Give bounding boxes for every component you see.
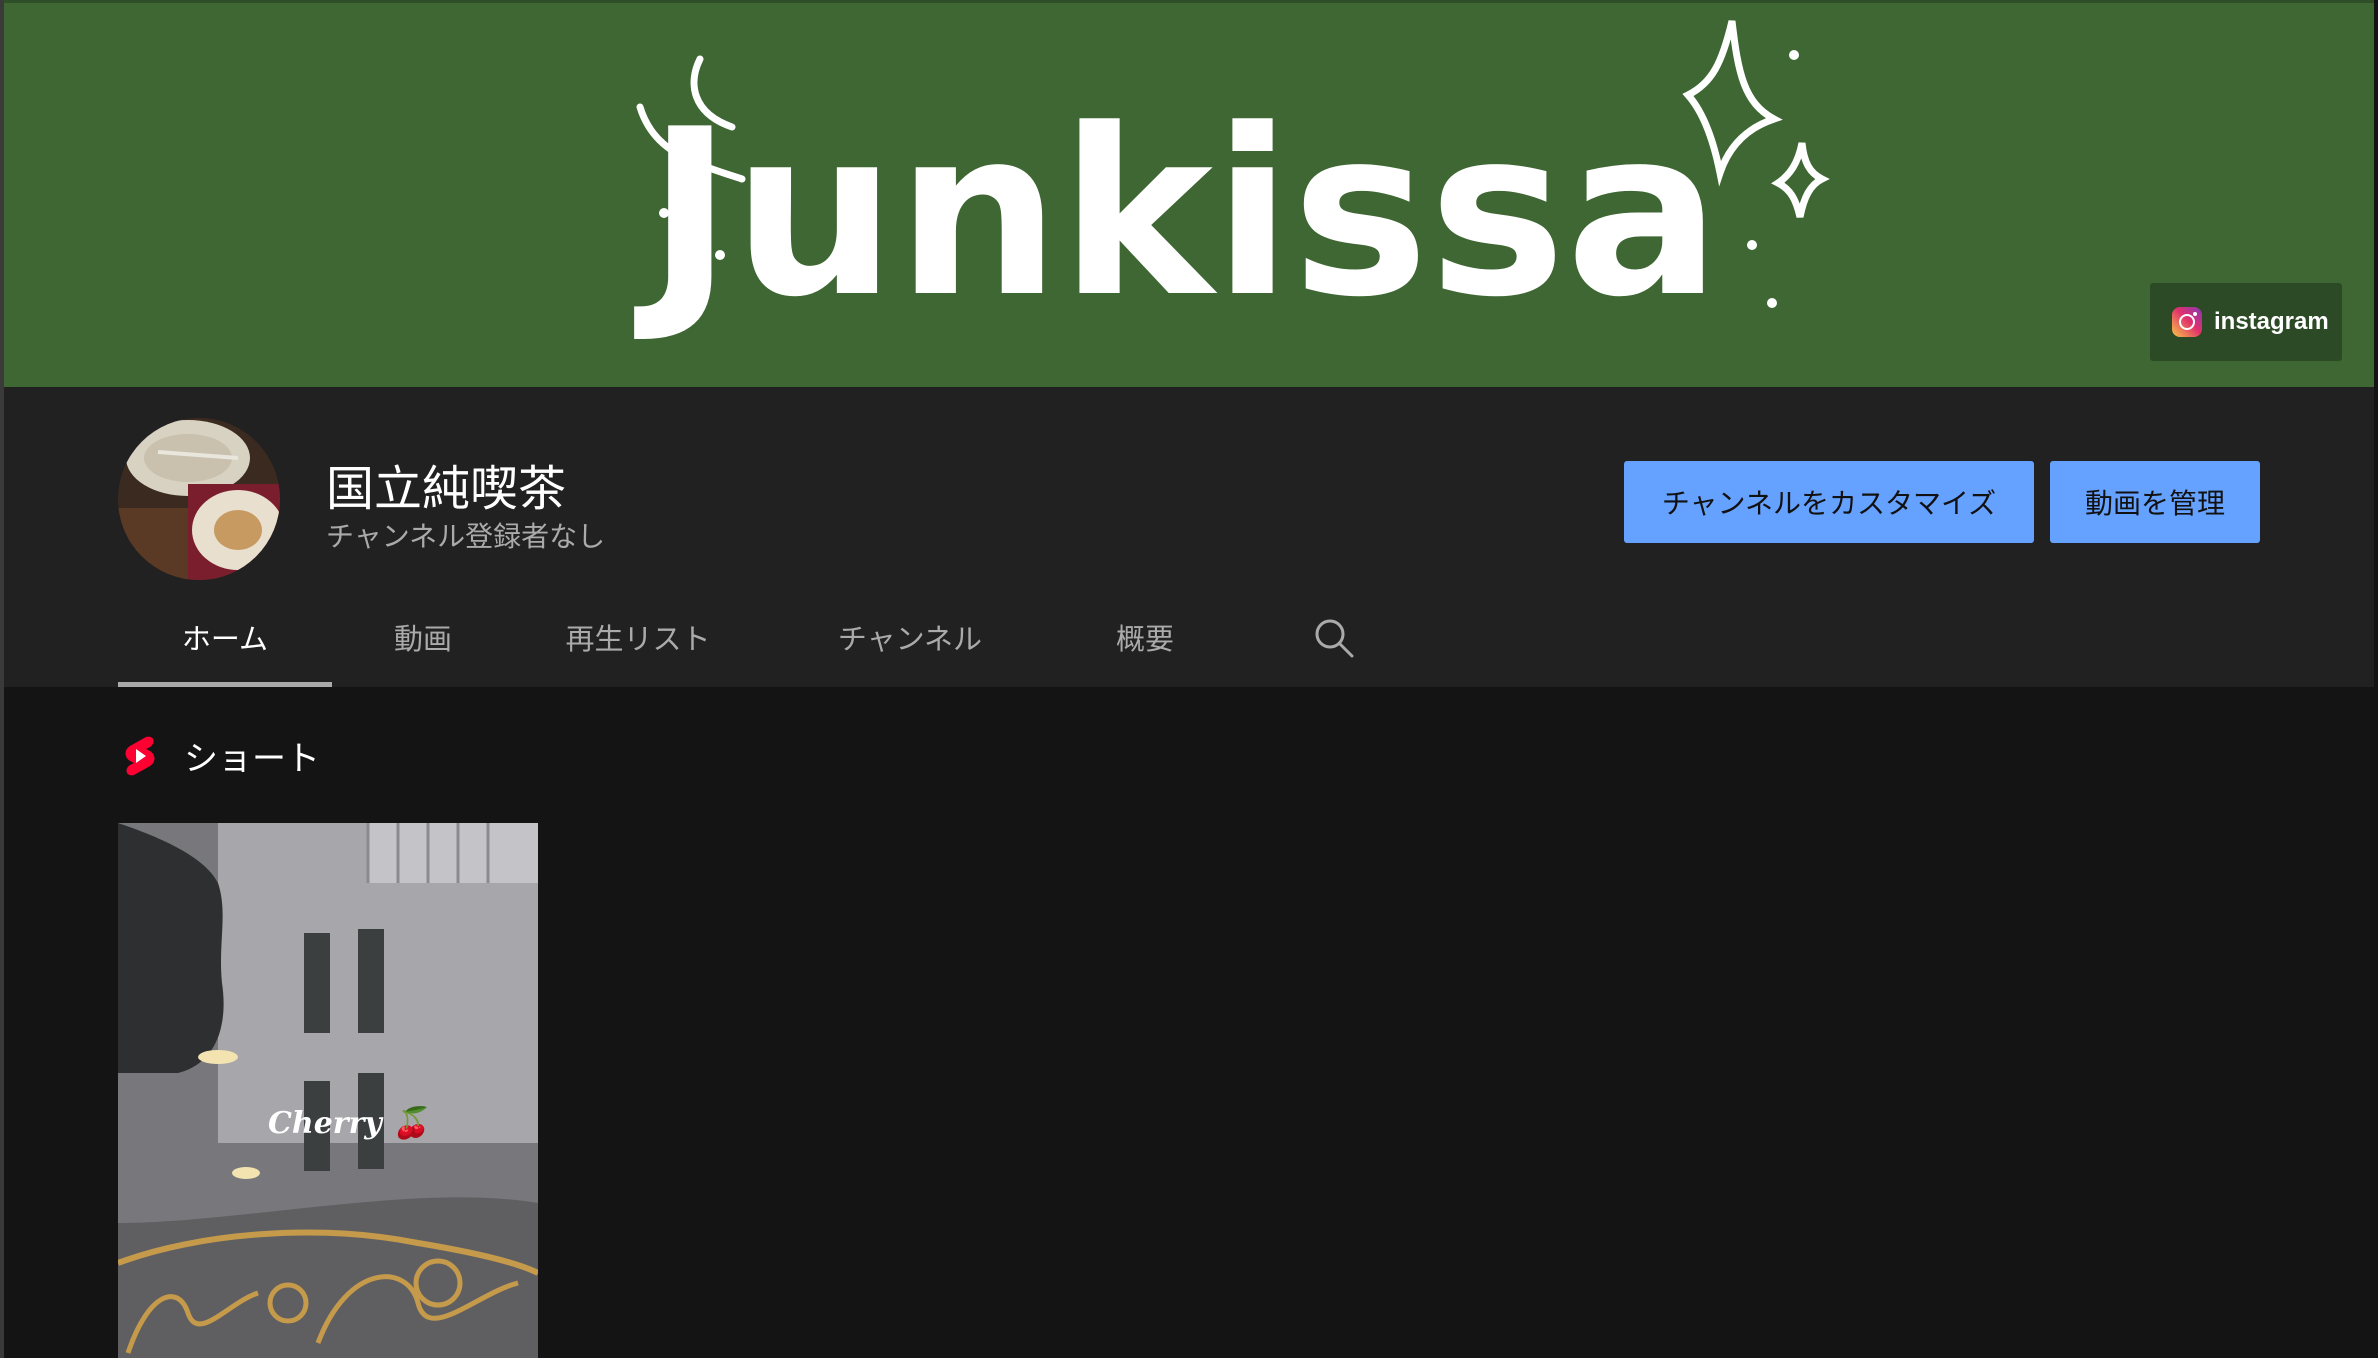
channel-tabs: ホーム 動画 再生リスト チャンネル 概要	[118, 587, 1418, 687]
instagram-link-label: instagram	[2214, 308, 2329, 335]
tab-about[interactable]: 概要	[1080, 587, 1210, 687]
channel-avatar[interactable]	[118, 418, 280, 580]
instagram-link[interactable]: instagram	[2150, 283, 2342, 361]
banner-art: Junkissa	[634, 20, 1830, 348]
shorts-section: ショート Cherry 🍒	[4, 687, 2374, 1358]
short-video-thumbnail[interactable]: Cherry 🍒	[118, 823, 538, 1358]
tab-playlists[interactable]: 再生リスト	[538, 587, 738, 687]
tab-home[interactable]: ホーム	[118, 587, 332, 687]
tab-videos[interactable]: 動画	[358, 587, 488, 687]
channel-header: 国立純喫茶 チャンネル登録者なし チャンネルをカスタマイズ 動画を管理 ホーム …	[4, 387, 2374, 687]
search-icon[interactable]	[1314, 618, 1354, 658]
youtube-shorts-icon	[122, 735, 158, 777]
thumbnail-overlay-text: Cherry 🍒	[268, 1105, 433, 1141]
shorts-section-title: ショート	[184, 739, 320, 779]
channel-name: 国立純喫茶	[326, 461, 567, 517]
customize-channel-button[interactable]: チャンネルをカスタマイズ	[1624, 461, 2034, 543]
subscriber-count: チャンネル登録者なし	[326, 520, 606, 553]
banner-title-art: Junkissa	[634, 81, 1721, 348]
youtube-channel-page: Junkissa instagram 国立純喫茶 チャンネル登録者なし チャンネ…	[0, 0, 2378, 1358]
tab-channels[interactable]: チャンネル	[810, 587, 1010, 687]
manage-videos-button[interactable]: 動画を管理	[2050, 461, 2260, 543]
channel-banner: Junkissa instagram	[4, 0, 2374, 387]
instagram-icon	[2172, 307, 2202, 337]
